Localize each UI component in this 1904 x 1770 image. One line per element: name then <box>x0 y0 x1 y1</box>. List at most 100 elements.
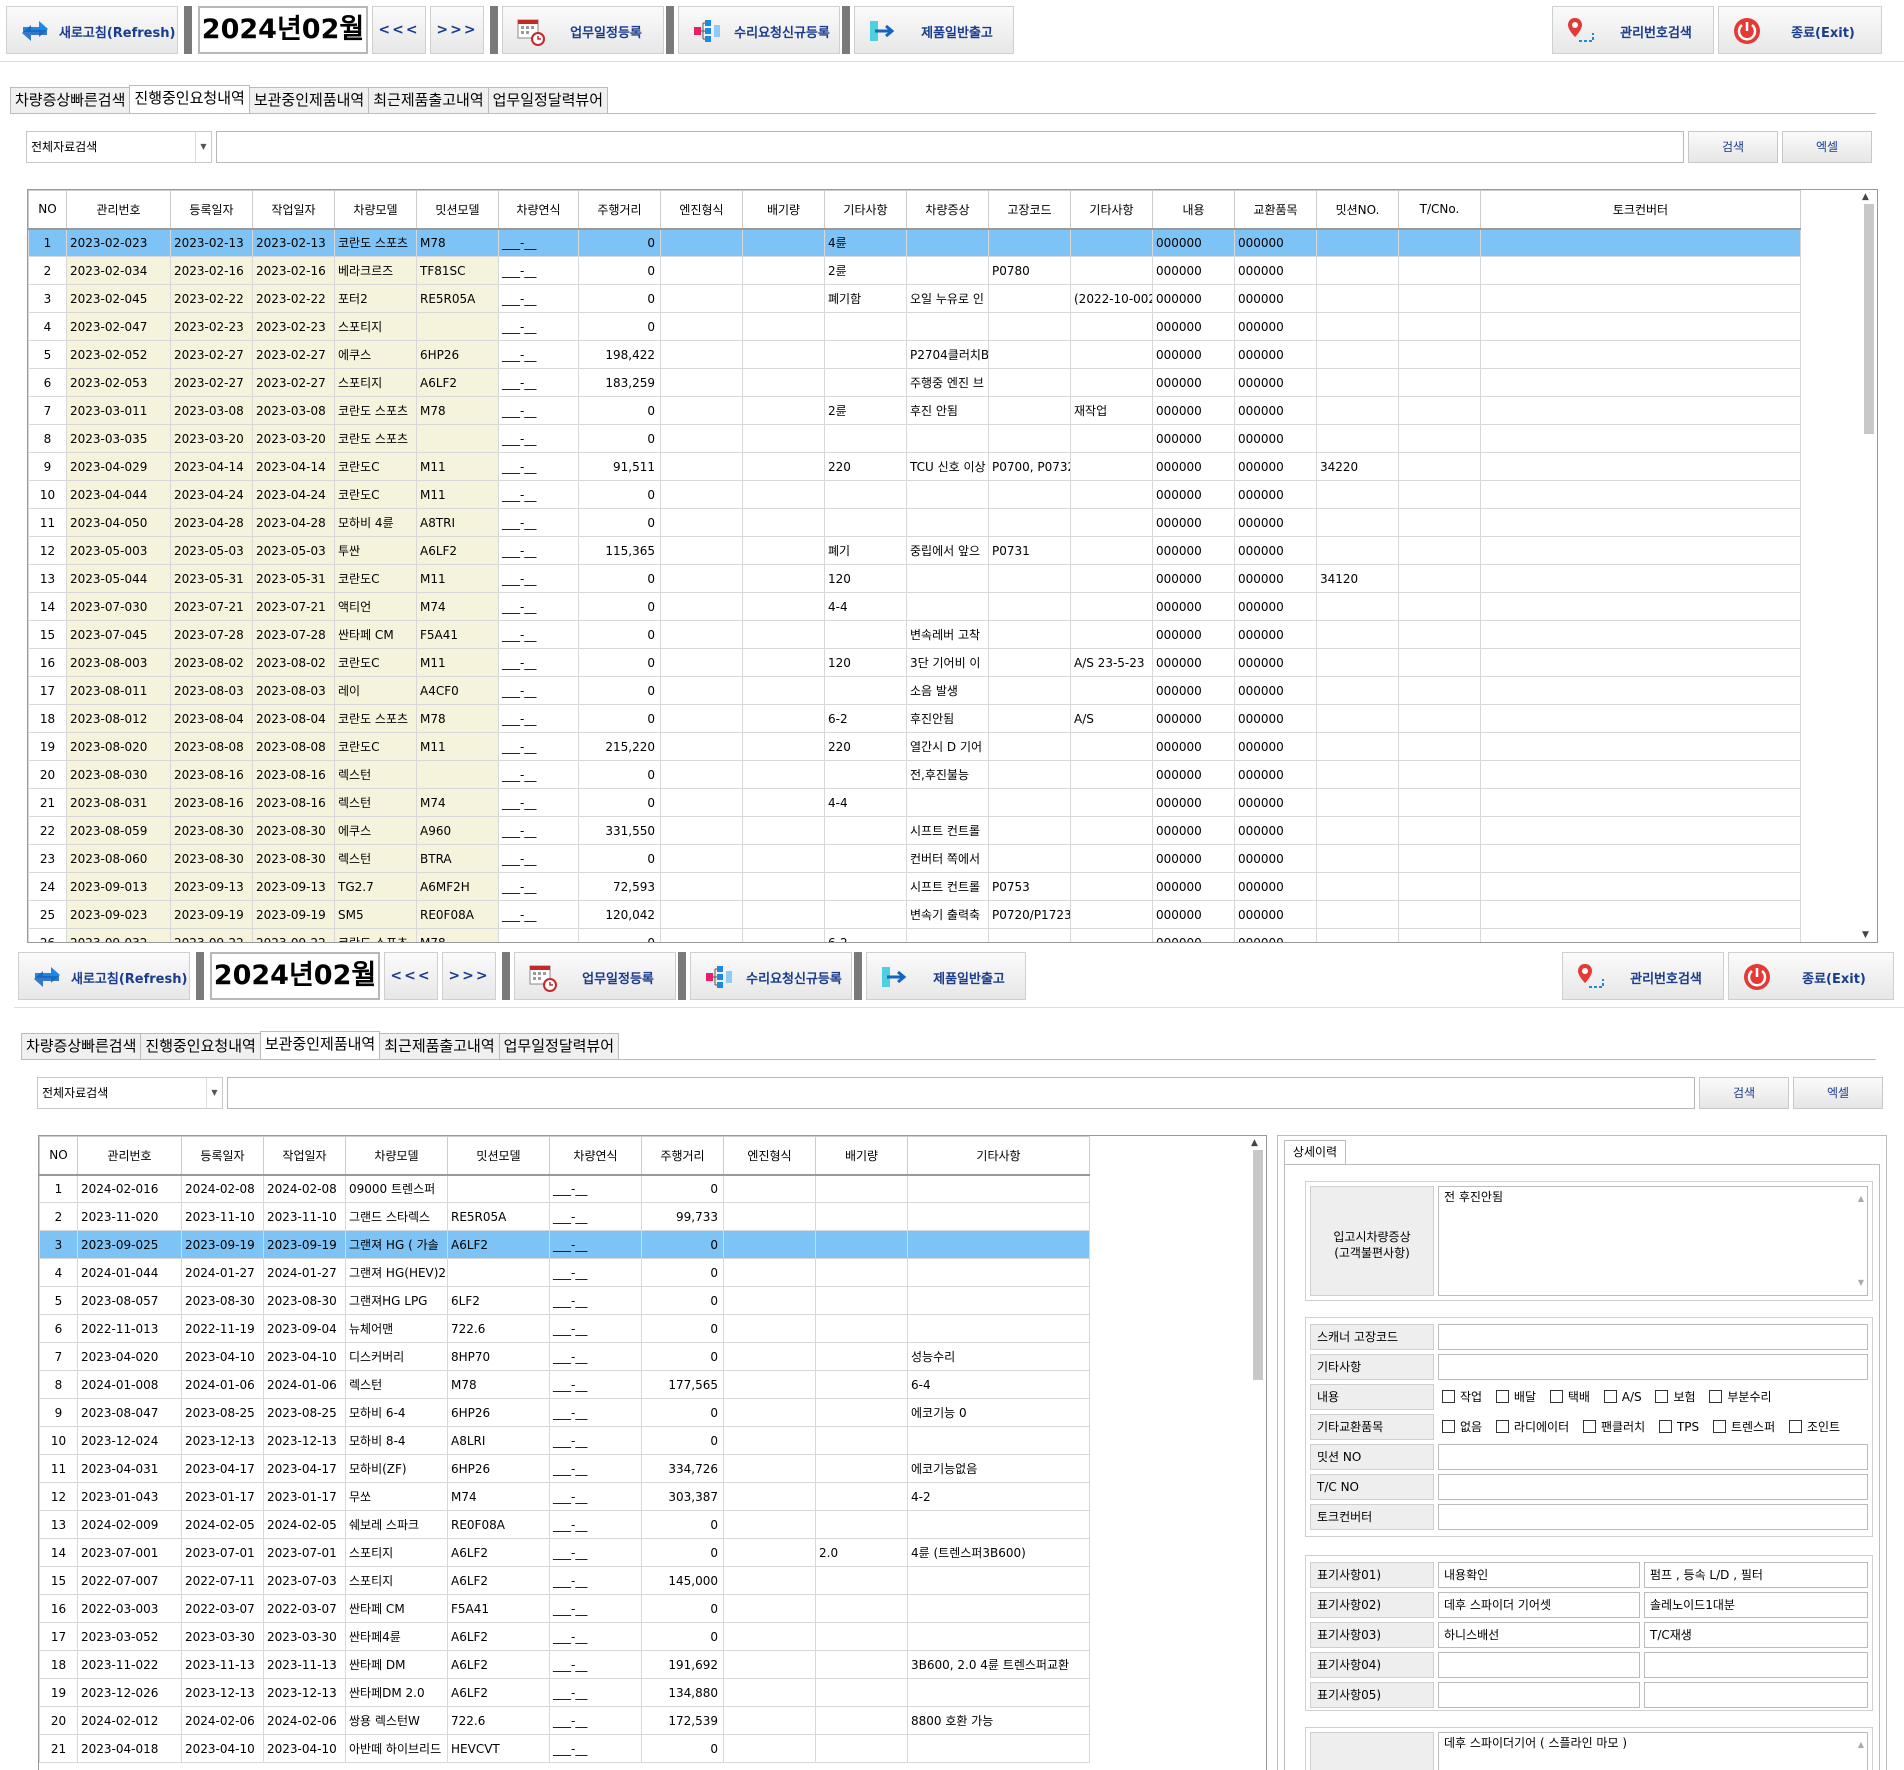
table-cell[interactable]: A6MF2H <box>416 872 499 901</box>
table-cell[interactable] <box>1398 732 1481 761</box>
table-cell[interactable]: 000000 <box>1152 536 1235 565</box>
table-cell[interactable]: 2023-08-30 <box>252 844 335 873</box>
table-cell[interactable]: 2023-08-08 <box>252 732 335 761</box>
table-row[interactable]: 15 2022-07-007 2022-07-11 2023-07-03 스포티지 A6L… <box>39 1566 1090 1595</box>
table-row[interactable]: 21 2023-04-018 2023-04-10 2023-04-10 아반떼 하이브… <box>39 1734 1090 1763</box>
table-cell[interactable]: 24 <box>28 872 67 901</box>
table-row[interactable]: 3 2023-02-045 2023-02-22 2023-02-22 포터2 RE5R0… <box>28 284 1801 313</box>
table-cell[interactable] <box>824 844 907 873</box>
table-cell[interactable]: 컨버터 쪽에서 <box>906 844 989 873</box>
table-cell[interactable] <box>742 788 825 817</box>
table-cell[interactable]: 2023-03-08 <box>170 396 253 425</box>
table-cell[interactable]: 2023-11-020 <box>77 1202 182 1231</box>
table-cell[interactable]: 10 <box>39 1426 78 1455</box>
table-cell[interactable] <box>660 228 743 257</box>
table-cell[interactable]: 17 <box>39 1622 78 1651</box>
table-cell[interactable]: 2023-09-023 <box>66 900 171 929</box>
table-cell[interactable] <box>1480 396 1801 425</box>
table-cell[interactable]: 2023-04-10 <box>181 1342 264 1371</box>
table-cell[interactable]: ___-__ <box>549 1398 642 1427</box>
table-row[interactable]: 8 2024-01-008 2024-01-06 2024-01-06 렉스턴 M78 __… <box>39 1370 1090 1399</box>
table-cell[interactable] <box>660 284 743 313</box>
table-cell[interactable] <box>1070 424 1153 453</box>
table-cell[interactable]: 000000 <box>1152 312 1235 341</box>
table-cell[interactable]: 21 <box>39 1734 78 1763</box>
table-cell[interactable]: ___-__ <box>498 284 579 313</box>
table-cell[interactable] <box>906 228 989 257</box>
table-cell[interactable]: ___-__ <box>549 1370 642 1399</box>
table-cell[interactable] <box>1480 648 1801 677</box>
table-cell[interactable]: 2023-11-13 <box>181 1650 264 1679</box>
table-cell[interactable]: 000000 <box>1152 760 1235 789</box>
table-row[interactable]: 17 2023-08-011 2023-08-03 2023-08-03 레이 A4CF0… <box>28 676 1801 705</box>
table-cell[interactable] <box>723 1678 816 1707</box>
table-cell[interactable]: 12 <box>28 536 67 565</box>
table-cell[interactable] <box>815 1202 908 1231</box>
exit-button[interactable]: 종료(Exit) <box>1718 6 1882 54</box>
table-cell[interactable]: 19 <box>39 1678 78 1707</box>
note-input-a[interactable] <box>1438 1682 1640 1708</box>
table-cell[interactable]: 코란도 스포츠 <box>334 704 417 733</box>
table-cell[interactable] <box>1398 564 1481 593</box>
table-cell[interactable]: 2023-09-025 <box>77 1230 182 1259</box>
table-cell[interactable]: 2023-09-22 <box>252 928 335 942</box>
table-cell[interactable] <box>988 508 1071 537</box>
table-cell[interactable]: A8LRI <box>447 1426 550 1455</box>
table-cell[interactable] <box>1480 788 1801 817</box>
table-cell[interactable] <box>660 592 743 621</box>
table-cell[interactable]: 에쿠스 <box>334 340 417 369</box>
table-cell[interactable]: 싼타페 CM <box>334 620 417 649</box>
table-cell[interactable]: A960 <box>416 816 499 845</box>
next-month-button[interactable]: >>> <box>442 952 496 1000</box>
tab-in-progress[interactable]: 진행중인요청내역 <box>129 85 250 113</box>
table-row[interactable]: 20 2023-08-030 2023-08-16 2023-08-16 렉스턴 ___-… <box>28 760 1801 789</box>
table-cell[interactable]: 2023-12-13 <box>263 1678 346 1707</box>
table-cell[interactable] <box>742 396 825 425</box>
table-cell[interactable] <box>906 508 989 537</box>
table-row[interactable]: 6 2023-02-053 2023-02-27 2023-02-27 스포티지 A6LF… <box>28 368 1801 397</box>
table-cell[interactable]: 000000 <box>1152 368 1235 397</box>
table-cell[interactable]: ___-__ <box>498 928 579 942</box>
table-cell[interactable]: 2023-05-03 <box>170 536 253 565</box>
table-cell[interactable] <box>1316 844 1399 873</box>
table-cell[interactable] <box>1070 788 1153 817</box>
column-header[interactable]: NO <box>28 190 67 230</box>
table-row[interactable]: 19 2023-12-026 2023-12-13 2023-12-13 싼타페DM 2… <box>39 1678 1090 1707</box>
symptom-textarea[interactable]: 전 후진안됨 ▲ ▼ <box>1438 1186 1868 1296</box>
table-cell[interactable] <box>1398 284 1481 313</box>
table-cell[interactable]: 2023-04-031 <box>77 1454 182 1483</box>
table-row[interactable]: 16 2022-03-003 2022-03-07 2022-03-07 싼타페 CM F… <box>39 1594 1090 1623</box>
table-cell[interactable] <box>1480 592 1801 621</box>
table-cell[interactable] <box>815 1734 908 1763</box>
table-cell[interactable]: 변속기 출력축 <box>906 900 989 929</box>
table-cell[interactable]: 2023-08-30 <box>181 1286 264 1315</box>
table-cell[interactable]: 10 <box>28 480 67 509</box>
table-cell[interactable] <box>742 704 825 733</box>
table-cell[interactable]: 2023-09-013 <box>66 872 171 901</box>
column-header[interactable]: T/CNo. <box>1398 190 1481 230</box>
table-cell[interactable]: 4 <box>28 312 67 341</box>
table-cell[interactable] <box>1070 340 1153 369</box>
table-cell[interactable]: 2.0 <box>815 1538 908 1567</box>
search-button[interactable]: 검색 <box>1699 1077 1789 1109</box>
table-cell[interactable] <box>1480 928 1801 942</box>
table-cell[interactable]: 6-4 <box>907 1370 1090 1399</box>
table-cell[interactable] <box>1480 816 1801 845</box>
table-cell[interactable]: 303,387 <box>641 1482 724 1511</box>
table-cell[interactable]: 0 <box>578 760 661 789</box>
table-cell[interactable] <box>1070 592 1153 621</box>
table-cell[interactable]: 1 <box>39 1174 78 1203</box>
table-cell[interactable]: 시프트 컨트롤 <box>906 872 989 901</box>
table-cell[interactable] <box>1316 424 1399 453</box>
table-cell[interactable] <box>988 480 1071 509</box>
table-cell[interactable]: 2023-08-031 <box>66 788 171 817</box>
table-cell[interactable]: 2023-11-022 <box>77 1650 182 1679</box>
table-cell[interactable]: 코란도C <box>334 564 417 593</box>
checkbox-as[interactable]: A/S <box>1603 1390 1642 1404</box>
table-cell[interactable]: 000000 <box>1234 592 1317 621</box>
table-cell[interactable]: 2024-02-009 <box>77 1510 182 1539</box>
note-input-a[interactable]: 내용확인 <box>1438 1562 1640 1588</box>
table-cell[interactable]: ___-__ <box>498 816 579 845</box>
table-cell[interactable]: 6HP26 <box>447 1398 550 1427</box>
table-row[interactable]: 14 2023-07-001 2023-07-01 2023-07-01 스포티지 A6L… <box>39 1538 1090 1567</box>
